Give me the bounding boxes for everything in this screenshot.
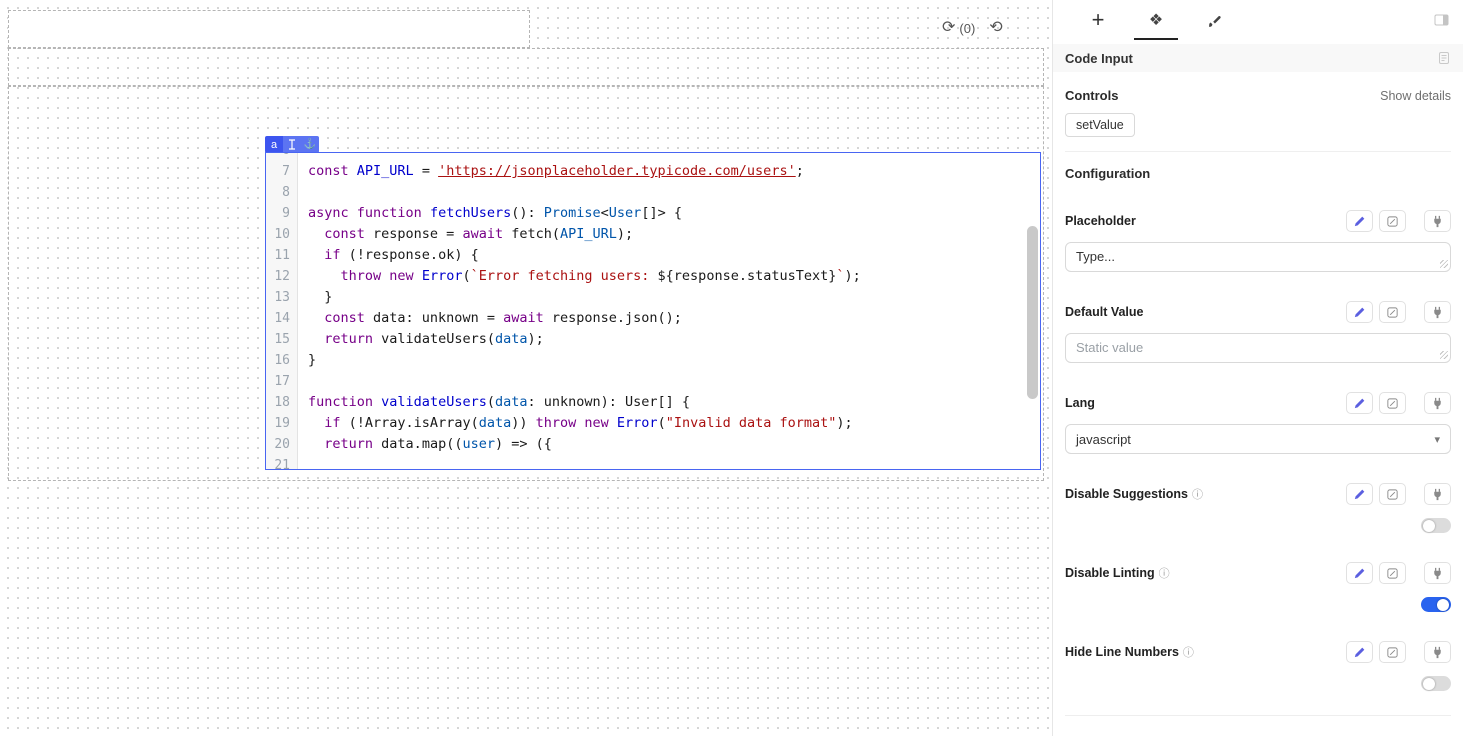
disable-suggestions-label: Disable Suggestions ⓘ xyxy=(1065,486,1203,502)
prop-default-value: Default Value xyxy=(1065,300,1451,363)
code-editor-content[interactable]: 67const API_URL = 'https://jsonplacehold… xyxy=(266,152,1040,470)
controls-section-title: Controls xyxy=(1065,88,1118,103)
lang-label: Lang xyxy=(1065,396,1095,410)
default-value-input[interactable] xyxy=(1065,333,1451,363)
dynamic-value-icon[interactable] xyxy=(1379,562,1406,584)
placeholder-label: Placeholder xyxy=(1065,214,1136,228)
info-icon[interactable]: ⓘ xyxy=(1183,644,1194,660)
selected-component-header: Code Input xyxy=(1053,44,1463,72)
setvalue-control-chip[interactable]: setValue xyxy=(1065,113,1135,137)
prop-lang: Lang javascript ▾ xyxy=(1065,391,1451,454)
edit-icon[interactable] xyxy=(1346,392,1373,414)
editor-scrollbar-thumb[interactable] xyxy=(1027,226,1038,399)
disable-linting-label: Disable Linting ⓘ xyxy=(1065,565,1170,581)
hide-line-numbers-label: Hide Line Numbers ⓘ xyxy=(1065,644,1194,660)
property-panel: + ❖ Code Input Controls Show details set… xyxy=(1052,0,1463,736)
show-details-link[interactable]: Show details xyxy=(1380,89,1451,103)
history-icon: ⟲ xyxy=(989,20,1002,36)
text-cursor-icon[interactable] xyxy=(283,136,301,153)
refresh-icon: ⟳ xyxy=(942,20,955,36)
dynamic-value-icon[interactable] xyxy=(1379,301,1406,323)
empty-widget-placeholder-row xyxy=(8,48,1044,86)
dynamic-value-icon[interactable] xyxy=(1379,210,1406,232)
lang-select-value: javascript xyxy=(1076,432,1131,447)
edit-icon[interactable] xyxy=(1346,483,1373,505)
edit-icon[interactable] xyxy=(1346,641,1373,663)
info-icon[interactable]: ⓘ xyxy=(1192,486,1203,502)
section-divider xyxy=(1065,151,1451,152)
panel-tabs: + ❖ xyxy=(1053,0,1463,40)
tab-components[interactable]: ❖ xyxy=(1127,0,1185,40)
placeholder-input[interactable] xyxy=(1065,242,1451,272)
toggle-knob xyxy=(1423,520,1435,532)
refresh-queries-button[interactable]: ⟳ (0) xyxy=(942,20,975,36)
brush-icon xyxy=(1207,13,1222,28)
toggle-knob xyxy=(1437,599,1449,611)
plug-icon[interactable] xyxy=(1424,641,1451,663)
prop-disable-suggestions: Disable Suggestions ⓘ xyxy=(1065,482,1451,533)
plug-icon[interactable] xyxy=(1424,562,1451,584)
edit-icon[interactable] xyxy=(1346,210,1373,232)
plug-icon[interactable] xyxy=(1424,392,1451,414)
selected-widget-pill[interactable]: a ⚓ xyxy=(265,136,319,153)
plus-icon: + xyxy=(1092,7,1105,33)
tab-styles[interactable] xyxy=(1185,0,1243,40)
app-canvas[interactable]: ⟳ (0) ⟲ a ⚓ 67const API_URL = 'https://j… xyxy=(0,0,1052,736)
refresh-count: (0) xyxy=(959,21,975,36)
prop-disable-linting: Disable Linting ⓘ xyxy=(1065,561,1451,612)
components-icon: ❖ xyxy=(1149,10,1163,30)
plug-icon[interactable] xyxy=(1424,483,1451,505)
empty-widget-placeholder-top xyxy=(8,10,530,48)
disable-linting-toggle[interactable] xyxy=(1421,597,1451,612)
tab-insert[interactable]: + xyxy=(1069,0,1127,40)
edit-icon[interactable] xyxy=(1346,301,1373,323)
disable-suggestions-toggle[interactable] xyxy=(1421,518,1451,533)
code-input-widget[interactable]: 67const API_URL = 'https://jsonplacehold… xyxy=(265,152,1041,470)
component-title: Code Input xyxy=(1065,51,1133,66)
collapse-panel-icon[interactable] xyxy=(1434,13,1449,32)
docs-icon[interactable] xyxy=(1437,51,1451,65)
edit-icon[interactable] xyxy=(1346,562,1373,584)
anchor-icon[interactable]: ⚓ xyxy=(301,136,319,153)
dynamic-value-icon[interactable] xyxy=(1379,483,1406,505)
hide-line-numbers-toggle[interactable] xyxy=(1421,676,1451,691)
plug-icon[interactable] xyxy=(1424,301,1451,323)
widget-name-label: a xyxy=(265,136,283,153)
prop-placeholder: Placeholder xyxy=(1065,209,1451,272)
dynamic-value-icon[interactable] xyxy=(1379,641,1406,663)
toggle-knob xyxy=(1423,678,1435,690)
lang-select[interactable]: javascript ▾ xyxy=(1065,424,1451,454)
chevron-down-icon: ▾ xyxy=(1434,433,1440,446)
default-value-label: Default Value xyxy=(1065,305,1144,319)
plug-icon[interactable] xyxy=(1424,210,1451,232)
canvas-controls: ⟳ (0) ⟲ xyxy=(942,14,1003,42)
prop-hide-line-numbers: Hide Line Numbers ⓘ xyxy=(1065,640,1451,691)
info-icon[interactable]: ⓘ xyxy=(1159,565,1170,581)
history-button[interactable]: ⟲ xyxy=(989,20,1002,36)
configuration-section-title: Configuration xyxy=(1065,166,1451,181)
panel-end-divider xyxy=(1065,715,1451,716)
dynamic-value-icon[interactable] xyxy=(1379,392,1406,414)
